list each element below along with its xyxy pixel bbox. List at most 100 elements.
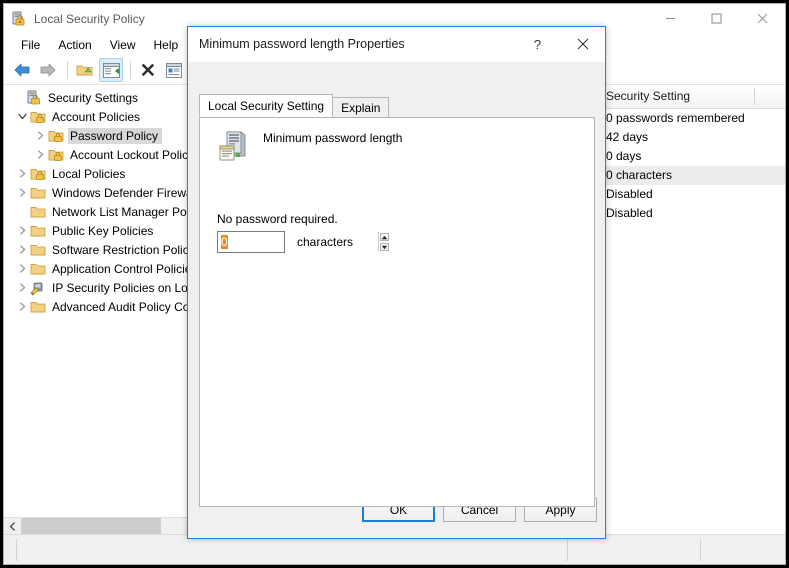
column-header-security-setting[interactable]: Security Setting [600, 85, 754, 108]
security-policy-icon [11, 11, 27, 27]
chevron-right-icon[interactable] [14, 166, 30, 182]
folder-icon [30, 223, 46, 239]
tree-item-label: Network List Manager Policies [52, 204, 189, 219]
chevron-right-icon[interactable] [14, 223, 30, 239]
folder-icon [30, 204, 46, 220]
policy-server-icon [217, 129, 251, 163]
spinner-buttons [378, 232, 390, 252]
tree-item-application-control-policies[interactable]: Application Control Policies [4, 259, 189, 278]
chevron-right-icon[interactable] [14, 299, 30, 315]
security-settings-icon [26, 90, 42, 106]
minimize-icon[interactable] [647, 4, 693, 33]
up-folder-icon[interactable] [73, 58, 97, 82]
folder-icon [30, 242, 46, 258]
statusbar-divider-1 [16, 539, 17, 561]
menu-help[interactable]: Help [145, 36, 188, 55]
tree-item-label: Account Lockout Policy [70, 147, 189, 162]
folder-icon [30, 185, 46, 201]
scrollbar-track[interactable] [21, 518, 189, 534]
chevron-right-icon[interactable] [14, 242, 30, 258]
local-security-setting-panel: Minimum password length No password requ… [199, 117, 595, 507]
scrollbar-thumb[interactable] [21, 518, 161, 534]
tree-item-label: Local Policies [52, 166, 126, 181]
cell-security-setting: 0 days [606, 149, 642, 163]
back-icon[interactable] [10, 58, 34, 82]
tree-item-label: Public Key Policies [52, 223, 154, 238]
twisty-none [14, 204, 30, 220]
folder-icon [30, 261, 46, 277]
chevron-right-icon[interactable] [14, 261, 30, 277]
minimum-password-length-spinner[interactable] [217, 231, 389, 253]
window-title: Local Security Policy [34, 12, 145, 26]
screen-root: Local Security Policy File Action View H… [0, 0, 789, 568]
toolbar-separator-1 [67, 61, 68, 79]
dialog-titlebar: Minimum password length Properties ? [188, 27, 605, 62]
tree-item-label: Security Settings [48, 90, 139, 105]
tree-item-network-list-manager-policies[interactable]: Network List Manager Policies [4, 202, 189, 221]
tab-local-security-setting[interactable]: Local Security Setting [199, 94, 334, 117]
folder-lock-icon [48, 147, 64, 163]
policy-name-label: Minimum password length [263, 131, 403, 145]
tree-item-local-policies[interactable]: Local Policies [4, 164, 189, 183]
chevron-down-icon[interactable] [14, 109, 30, 125]
maximize-icon[interactable] [693, 4, 739, 33]
folder-lock-icon [30, 166, 46, 182]
folder-icon [30, 299, 46, 315]
console-tree-pane: Security Settings Account Policies Passw… [4, 85, 189, 534]
tree-item-label: Account Policies [52, 109, 141, 124]
ip-security-icon [30, 280, 46, 296]
tree-item-label: Advanced Audit Policy Config [52, 299, 189, 314]
properties-icon[interactable] [162, 58, 186, 82]
dialog-tabstrip: Local Security Setting Explain [199, 94, 390, 117]
tree-horizontal-scrollbar[interactable] [4, 517, 189, 534]
folder-lock-icon [48, 128, 64, 144]
help-icon[interactable]: ? [515, 27, 560, 61]
window-controls [647, 4, 785, 33]
tree-item-label: Software Restriction Policies [52, 242, 189, 257]
characters-unit-label: characters [297, 235, 354, 249]
delete-icon[interactable] [136, 58, 160, 82]
tree-item-windows-defender-firewall[interactable]: Windows Defender Firewall with [4, 183, 189, 202]
spinner-down-icon[interactable] [380, 243, 389, 251]
chevron-right-icon[interactable] [32, 128, 48, 144]
dialog-close-icon[interactable] [560, 27, 605, 61]
twisty-none [10, 90, 26, 106]
column-divider[interactable] [754, 88, 755, 105]
close-icon[interactable] [739, 4, 785, 33]
tree-item-advanced-audit-policy-configuration[interactable]: Advanced Audit Policy Config [4, 297, 189, 316]
tree-item-label: IP Security Policies on Local C [52, 280, 189, 295]
tree-item-account-lockout-policy[interactable]: Account Lockout Policy [4, 145, 189, 164]
spinner-up-icon[interactable] [380, 233, 389, 241]
menu-action[interactable]: Action [49, 36, 100, 55]
cell-security-setting: Disabled [606, 206, 653, 220]
toolbar-separator-2 [130, 61, 131, 79]
tree-item-security-settings[interactable]: Security Settings [4, 88, 189, 107]
scroll-left-icon[interactable] [4, 518, 21, 534]
tree-item-ip-security-policies[interactable]: IP Security Policies on Local C [4, 278, 189, 297]
menu-file[interactable]: File [12, 36, 49, 55]
tree-item-label: Password Policy [68, 127, 163, 144]
minimum-password-length-properties-dialog: Minimum password length Properties ? Loc… [187, 26, 606, 539]
menu-view[interactable]: View [101, 36, 145, 55]
folder-lock-icon [30, 109, 46, 125]
console-tree: Security Settings Account Policies Passw… [4, 85, 189, 316]
chevron-right-icon[interactable] [14, 185, 30, 201]
chevron-right-icon[interactable] [14, 280, 30, 296]
tree-item-label: Windows Defender Firewall with [52, 185, 189, 200]
tree-item-software-restriction-policies[interactable]: Software Restriction Policies [4, 240, 189, 259]
tree-item-account-policies[interactable]: Account Policies [4, 107, 189, 126]
cell-security-setting: 0 characters [606, 168, 673, 182]
no-password-required-hint: No password required. [217, 212, 338, 226]
show-hide-console-tree-icon[interactable] [99, 58, 123, 82]
cell-security-setting: 42 days [606, 130, 649, 144]
dialog-title: Minimum password length Properties [199, 37, 405, 51]
chevron-right-icon[interactable] [32, 147, 48, 163]
tree-item-label: Application Control Policies [52, 261, 189, 276]
forward-icon[interactable] [36, 58, 60, 82]
dialog-title-buttons: ? [515, 27, 605, 61]
tab-explain[interactable]: Explain [332, 97, 390, 117]
tree-item-password-policy[interactable]: Password Policy [4, 126, 189, 145]
tree-item-public-key-policies[interactable]: Public Key Policies [4, 221, 189, 240]
statusbar-divider-3 [700, 539, 701, 561]
cell-security-setting: 0 passwords remembered [606, 111, 745, 125]
